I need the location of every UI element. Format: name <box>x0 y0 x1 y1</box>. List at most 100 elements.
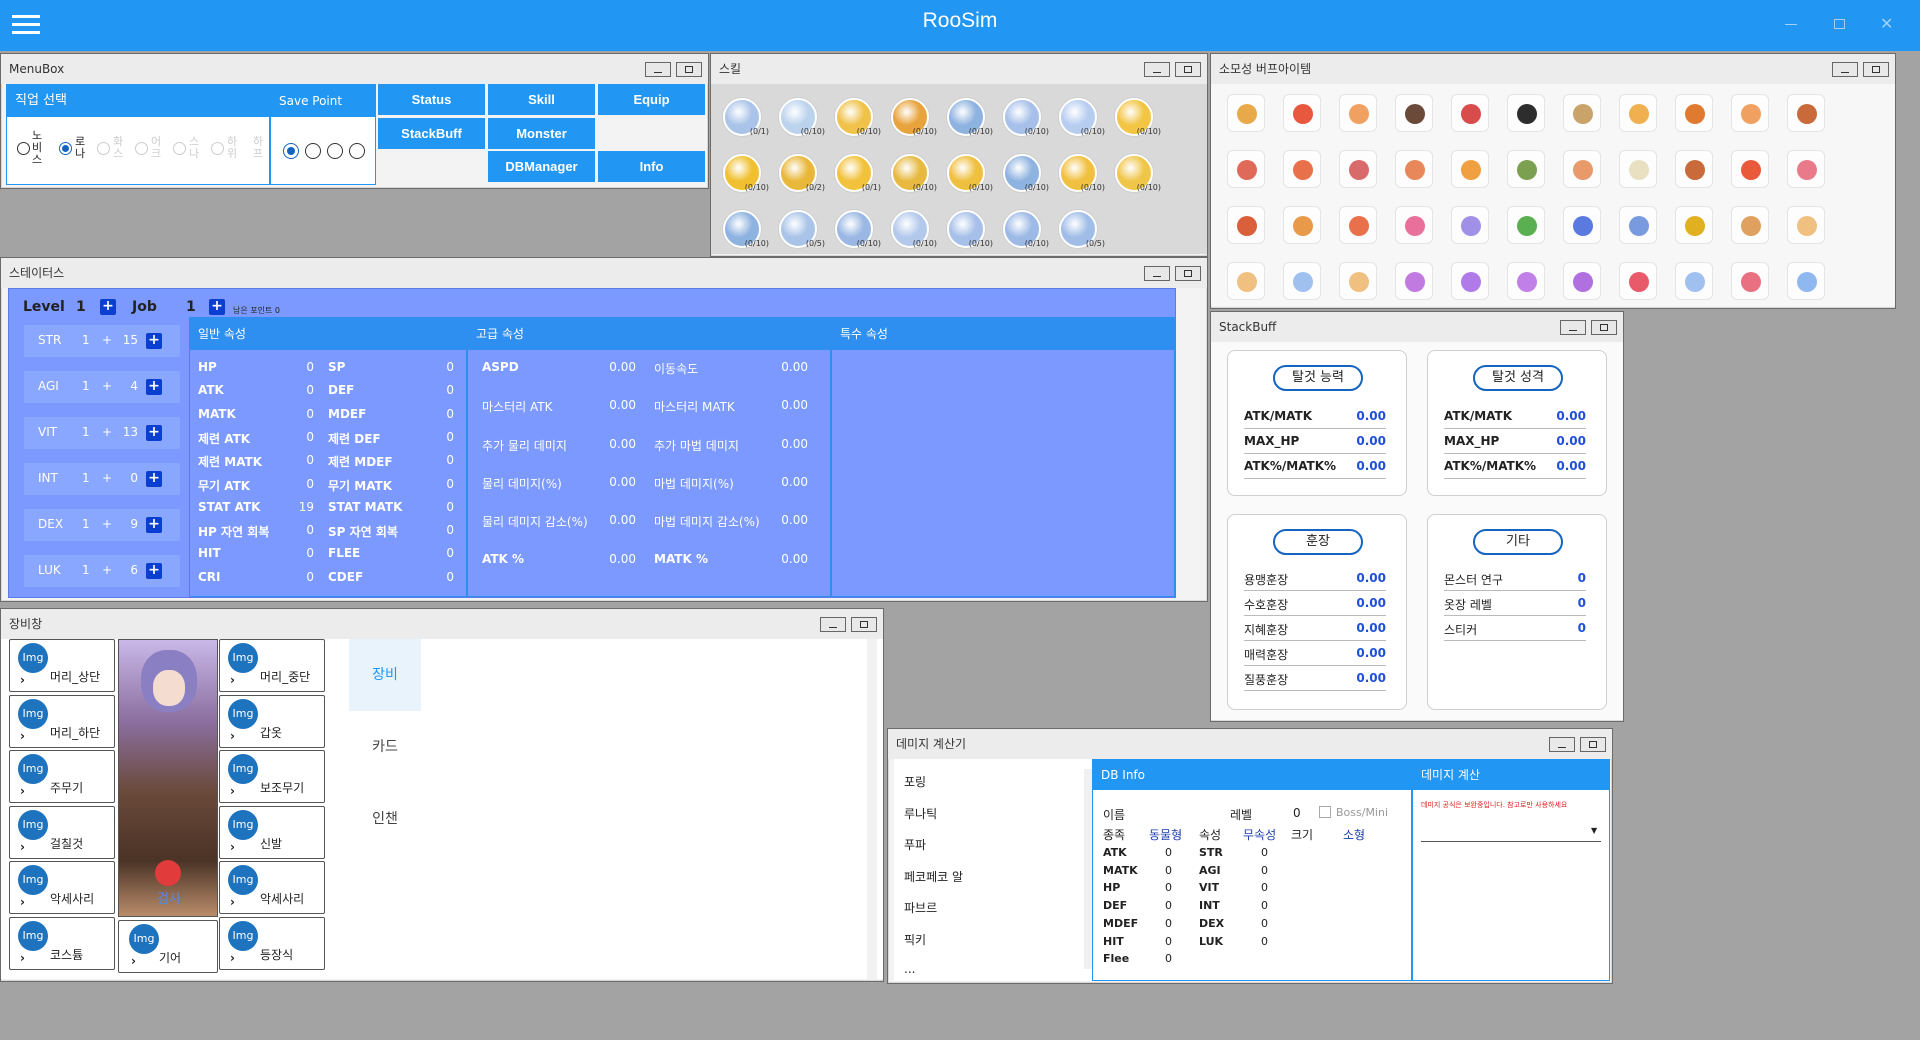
skill-icon[interactable]: (0/10) <box>723 210 769 248</box>
stat-plus-button[interactable]: + <box>146 333 162 349</box>
buff-item-icon[interactable] <box>1675 262 1713 300</box>
equip-slot[interactable]: Img › 머리_하단 <box>9 694 115 748</box>
skill-icon[interactable]: (0/10) <box>1003 154 1049 192</box>
boss-mini-checkbox[interactable] <box>1319 806 1331 818</box>
buff-item-icon[interactable] <box>1451 94 1489 132</box>
monster-list-item[interactable]: 파브르 <box>904 899 937 916</box>
check-label[interactable]: 검사 <box>119 888 219 907</box>
equip-slot[interactable]: Img › 머리_상단 <box>9 639 115 692</box>
buff-item-icon[interactable] <box>1507 94 1545 132</box>
monster-button[interactable]: Monster <box>488 118 595 149</box>
minimize-button[interactable] <box>1144 266 1170 281</box>
maximize-button[interactable] <box>1175 62 1201 77</box>
skill-icon[interactable]: (0/10) <box>1115 98 1161 136</box>
tab-equip[interactable]: 장비 <box>349 639 421 711</box>
tab-card[interactable]: 카드 <box>349 711 421 783</box>
buff-item-icon[interactable] <box>1283 262 1321 300</box>
damage-select[interactable] <box>1421 820 1601 842</box>
skill-icon[interactable]: (0/1) <box>835 154 881 192</box>
buff-item-icon[interactable] <box>1395 94 1433 132</box>
buff-item-icon[interactable] <box>1395 262 1433 300</box>
buff-item-icon[interactable] <box>1563 94 1601 132</box>
buff-item-icon[interactable] <box>1787 206 1825 244</box>
monster-list-item[interactable]: 포링 <box>904 773 926 790</box>
buff-item-icon[interactable] <box>1731 262 1769 300</box>
buff-item-icon[interactable] <box>1451 206 1489 244</box>
buff-item-icon[interactable] <box>1675 206 1713 244</box>
status-header[interactable]: 스테이터스 <box>1 258 1207 288</box>
save-radio-4[interactable] <box>349 143 365 159</box>
equip-slot[interactable]: Img › 등장식 <box>219 916 325 970</box>
skill-icon[interactable]: (0/1) <box>723 98 769 136</box>
buff-item-icon[interactable] <box>1731 150 1769 188</box>
buff-items-header[interactable]: 소모성 버프아이템 <box>1211 54 1895 84</box>
job-plus-button[interactable]: + <box>209 299 225 315</box>
minimize-icon[interactable] <box>1785 24 1797 25</box>
maximize-button[interactable] <box>676 62 702 77</box>
status-button[interactable]: Status <box>378 84 485 115</box>
stat-plus-button[interactable]: + <box>146 425 162 441</box>
maximize-button[interactable] <box>1591 320 1617 335</box>
close-icon[interactable]: ✕ <box>1880 14 1893 33</box>
skill-icon[interactable]: (0/10) <box>1003 98 1049 136</box>
equip-slot[interactable]: Img › 신발 <box>219 805 325 859</box>
buff-item-icon[interactable] <box>1563 150 1601 188</box>
buff-item-icon[interactable] <box>1787 150 1825 188</box>
equip-button[interactable]: Equip <box>598 84 705 115</box>
maximize-button[interactable] <box>1175 266 1201 281</box>
buff-item-icon[interactable] <box>1563 206 1601 244</box>
equip-slot[interactable]: Img › 주무기 <box>9 750 115 803</box>
buff-item-icon[interactable] <box>1227 206 1265 244</box>
maximize-button[interactable] <box>1863 62 1889 77</box>
stat-plus-button[interactable]: + <box>146 379 162 395</box>
buff-item-icon[interactable] <box>1675 94 1713 132</box>
buff-item-icon[interactable] <box>1451 262 1489 300</box>
skill-button[interactable]: Skill <box>488 84 595 115</box>
stackbuff-header[interactable]: StackBuff <box>1211 312 1623 342</box>
buff-item-icon[interactable] <box>1339 150 1377 188</box>
stat-plus-button[interactable]: + <box>146 471 162 487</box>
skill-icon[interactable]: (0/10) <box>1115 154 1161 192</box>
minimize-button[interactable] <box>1560 320 1586 335</box>
minimize-button[interactable] <box>1549 737 1575 752</box>
buff-item-icon[interactable] <box>1563 262 1601 300</box>
buff-item-icon[interactable] <box>1227 262 1265 300</box>
info-button[interactable]: Info <box>598 151 705 182</box>
skill-icon[interactable]: (0/10) <box>779 98 825 136</box>
job-radio-rona[interactable] <box>59 142 72 155</box>
minimize-button[interactable] <box>1832 62 1858 77</box>
buff-item-icon[interactable] <box>1395 206 1433 244</box>
equip-slot[interactable]: Img › 보조무기 <box>219 750 325 803</box>
buff-item-icon[interactable] <box>1227 150 1265 188</box>
skill-icon[interactable]: (0/10) <box>947 154 993 192</box>
buff-item-icon[interactable] <box>1731 94 1769 132</box>
buff-item-icon[interactable] <box>1283 206 1321 244</box>
equip-slot[interactable]: Img › 갑옷 <box>219 694 325 748</box>
level-plus-button[interactable]: + <box>100 299 116 315</box>
dbmanager-button[interactable]: DBManager <box>488 151 595 182</box>
monster-list-item[interactable]: 루나틱 <box>904 805 937 822</box>
job-radio-novice[interactable] <box>17 142 30 155</box>
skill-icon[interactable]: (0/10) <box>891 98 937 136</box>
stat-plus-button[interactable]: + <box>146 517 162 533</box>
buff-item-icon[interactable] <box>1451 150 1489 188</box>
skill-icon[interactable]: (0/10) <box>947 98 993 136</box>
minimize-button[interactable] <box>1144 62 1170 77</box>
skill-icon[interactable]: (0/10) <box>835 98 881 136</box>
buff-item-icon[interactable] <box>1395 150 1433 188</box>
maximize-button[interactable] <box>1580 737 1606 752</box>
buff-item-icon[interactable] <box>1787 262 1825 300</box>
monster-list-item[interactable]: ... <box>904 962 915 976</box>
buff-item-icon[interactable] <box>1227 94 1265 132</box>
skill-icon[interactable]: (0/10) <box>1059 98 1105 136</box>
save-radio-3[interactable] <box>327 143 343 159</box>
equip-slot[interactable]: Img › 악세사리 <box>9 861 115 914</box>
skill-icon[interactable]: (0/5) <box>779 210 825 248</box>
buff-item-icon[interactable] <box>1339 94 1377 132</box>
buff-item-icon[interactable] <box>1283 150 1321 188</box>
chevron-down-icon[interactable]: ▼ <box>1591 826 1597 835</box>
equip-scrollbar[interactable] <box>867 639 877 979</box>
buff-item-icon[interactable] <box>1619 262 1657 300</box>
monster-list-item[interactable]: 푸파 <box>904 836 926 853</box>
buff-item-icon[interactable] <box>1507 262 1545 300</box>
